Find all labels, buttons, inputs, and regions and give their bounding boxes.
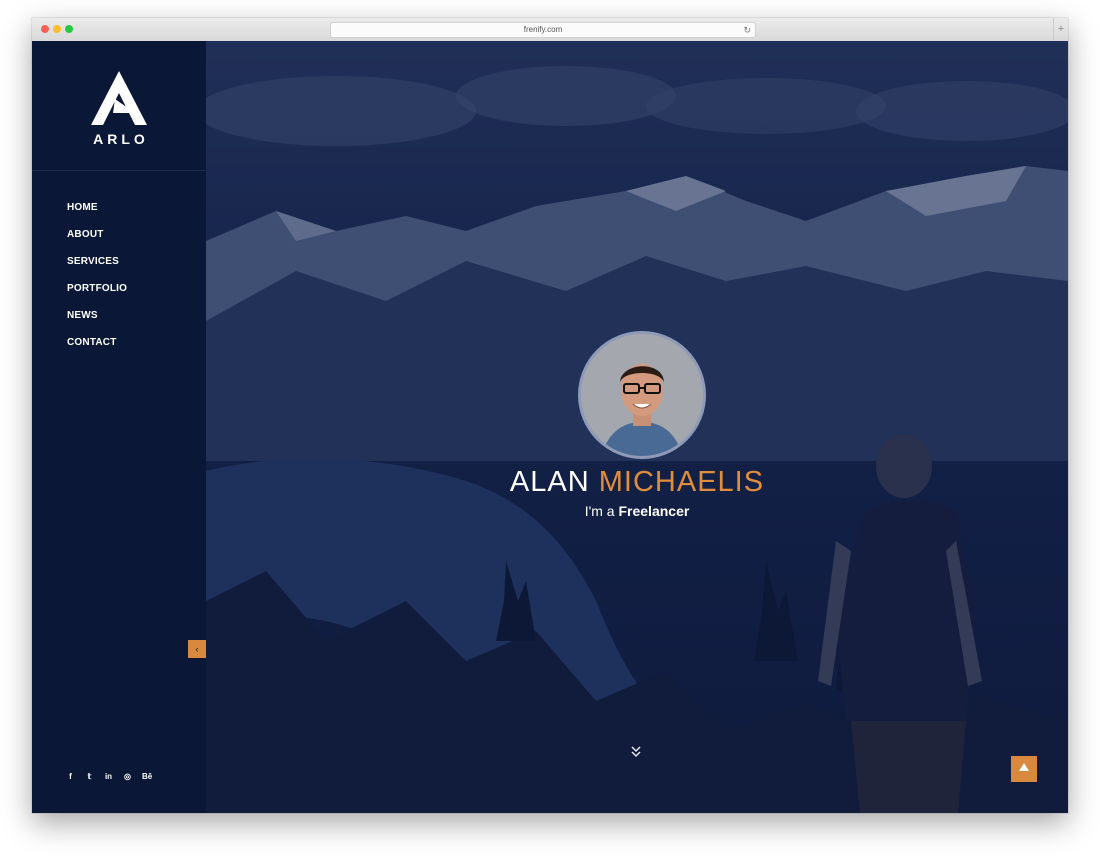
nav-item-portfolio[interactable]: PORTFOLIO <box>67 282 127 309</box>
chevron-double-down-icon <box>631 746 641 758</box>
sidebar: ARLO HOME ABOUT SERVICES PORTFOLIO NEWS … <box>32 41 207 813</box>
logo[interactable]: ARLO <box>32 69 206 147</box>
hero-first-name: ALAN <box>509 466 590 498</box>
nav-item-contact[interactable]: CONTACT <box>67 336 127 363</box>
browser-window: frenify.com ↻ + ARLO HOME ABOUT SERVICES… <box>32 18 1068 813</box>
logo-mark-icon <box>91 71 147 125</box>
nav-item-about[interactable]: ABOUT <box>67 228 127 255</box>
back-to-top-button[interactable] <box>1011 756 1037 782</box>
nav-item-home[interactable]: HOME <box>67 201 127 228</box>
nav-item-news[interactable]: NEWS <box>67 309 127 336</box>
logo-text: ARLO <box>93 131 149 147</box>
new-tab-button[interactable]: + <box>1053 18 1068 41</box>
minimize-window-button[interactable] <box>53 25 61 33</box>
address-bar[interactable]: frenify.com ↻ <box>330 22 756 38</box>
nav-item-services[interactable]: SERVICES <box>67 255 127 282</box>
sidebar-collapse-button[interactable]: ‹ <box>188 640 206 658</box>
hero-name: ALAN MICHAELIS <box>206 466 1068 499</box>
behance-icon[interactable]: Bē <box>142 772 152 781</box>
instagram-icon[interactable]: ◎ <box>123 772 132 781</box>
hero-subtitle-prefix: I'm a <box>584 503 615 519</box>
maximize-window-button[interactable] <box>65 25 73 33</box>
address-bar-url: frenify.com <box>523 25 563 34</box>
main-nav: HOME ABOUT SERVICES PORTFOLIO NEWS CONTA… <box>67 201 127 363</box>
linkedin-icon[interactable]: in <box>104 772 113 781</box>
person-portrait-icon <box>581 334 703 456</box>
scroll-down-icon[interactable] <box>630 746 642 760</box>
hero-subtitle-role: Freelancer <box>618 503 690 519</box>
hero-section: ALAN MICHAELIS I'm a Freelancer <box>206 41 1068 813</box>
hero-last-name: MICHAELIS <box>598 466 765 498</box>
profile-avatar <box>578 331 706 459</box>
arrow-up-icon <box>1019 763 1029 771</box>
facebook-icon[interactable]: f <box>66 772 75 781</box>
reload-icon[interactable]: ↻ <box>743 23 751 37</box>
close-window-button[interactable] <box>41 25 49 33</box>
social-links: f 𝕥 in ◎ Bē <box>66 772 152 781</box>
hero-subtitle: I'm a Freelancer <box>206 503 1068 519</box>
sidebar-divider <box>32 170 206 171</box>
twitter-icon[interactable]: 𝕥 <box>85 772 94 781</box>
browser-titlebar: frenify.com ↻ + <box>32 18 1068 42</box>
